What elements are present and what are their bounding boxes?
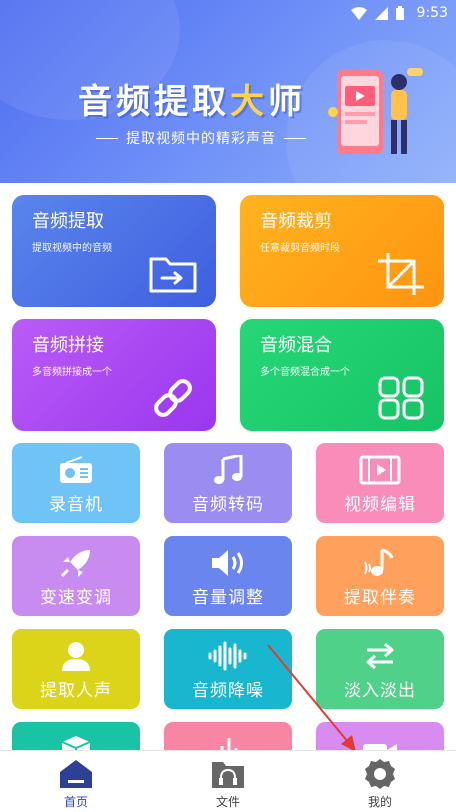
tool-label: 音量调整 [192, 588, 264, 608]
mix-grid-icon [378, 376, 424, 420]
waveform-icon [208, 641, 247, 671]
swap-icon [366, 642, 394, 670]
tool-denoise[interactable]: 音频降噪 [164, 629, 292, 709]
film-icon [359, 455, 401, 485]
folder-import-icon [149, 257, 197, 293]
tab-label: 首页 [63, 795, 88, 809]
tool-speed-pitch[interactable]: 变速变调 [12, 536, 140, 616]
status-bar: 9:53 [0, 0, 456, 26]
app-title: 音频提取大师 [78, 74, 306, 123]
app-title-part: 音频提取 [78, 82, 230, 122]
feature-desc: 任意裁剪音频时段 [260, 243, 340, 254]
person-icon [62, 642, 90, 671]
feature-title: 音频裁剪 [260, 211, 332, 232]
status-time: 9:53 [416, 5, 448, 21]
tool-extract-accompaniment[interactable]: 提取伴奏 [316, 536, 444, 616]
tool-label: 提取伴奏 [344, 588, 416, 608]
tab-home[interactable]: 首页 [0, 751, 152, 812]
tab-label: 文件 [215, 795, 240, 809]
divider [96, 137, 118, 139]
phone-illustration [328, 68, 423, 154]
tool-transcode[interactable]: 音频转码 [164, 443, 292, 523]
tool-fade[interactable]: 淡入淡出 [316, 629, 444, 709]
tool-label: 淡入淡出 [344, 681, 416, 701]
feature-title: 音频混合 [260, 335, 332, 356]
music-wave-icon [364, 548, 394, 576]
speaker-icon [212, 550, 243, 576]
feature-desc: 提取视频中的音频 [32, 243, 112, 254]
tool-extract-vocals[interactable]: 提取人声 [12, 629, 140, 709]
feature-desc: 多个音频混合成一个 [260, 367, 350, 378]
tab-label: 我的 [367, 795, 392, 809]
signal-icon [375, 6, 388, 20]
app-subtitle: 提取视频中的精彩声音 [96, 128, 306, 148]
link-icon [154, 379, 192, 417]
tool-label: 变速变调 [40, 588, 112, 608]
tool-video-edit[interactable]: 视频编辑 [316, 443, 444, 523]
wifi-icon [351, 6, 367, 20]
app-title-highlight: 大 [230, 82, 268, 122]
tool-label: 录音机 [49, 495, 103, 515]
divider [284, 137, 306, 139]
tool-label: 视频编辑 [344, 495, 416, 515]
feature-card-audio-mix[interactable]: 音频混合 多个音频混合成一个 [240, 319, 444, 431]
battery-icon [396, 6, 404, 20]
gear-icon [365, 759, 395, 789]
tool-label: 提取人声 [40, 681, 112, 701]
app-subtitle-text: 提取视频中的精彩声音 [126, 131, 276, 147]
tab-files[interactable]: 文件 [152, 751, 304, 812]
feature-title: 音频拼接 [32, 335, 104, 356]
crop-icon [378, 253, 424, 295]
rocket-icon [60, 550, 90, 578]
header-banner: 9:53 音频提取大师 提取视频中的精彩声音 [0, 0, 456, 183]
home-icon [60, 760, 92, 788]
feature-card-audio-join[interactable]: 音频拼接 多音频拼接成一个 [12, 319, 216, 431]
tool-recorder[interactable]: 录音机 [12, 443, 140, 523]
app-title-part: 师 [268, 82, 306, 122]
feature-desc: 多音频拼接成一个 [32, 367, 112, 378]
feature-card-audio-extract[interactable]: 音频提取 提取视频中的音频 [12, 195, 216, 307]
folder-headphones-icon [212, 762, 244, 788]
tool-volume[interactable]: 音量调整 [164, 536, 292, 616]
radio-icon [60, 456, 92, 483]
tab-profile[interactable]: 我的 [304, 751, 456, 812]
tool-label: 音频转码 [192, 495, 264, 515]
tool-label: 音频降噪 [192, 681, 264, 701]
bottom-tab-bar: 首页 文件 我的 [0, 750, 456, 812]
music-note-icon [214, 455, 243, 484]
feature-title: 音频提取 [32, 211, 104, 232]
feature-card-audio-crop[interactable]: 音频裁剪 任意裁剪音频时段 [240, 195, 444, 307]
